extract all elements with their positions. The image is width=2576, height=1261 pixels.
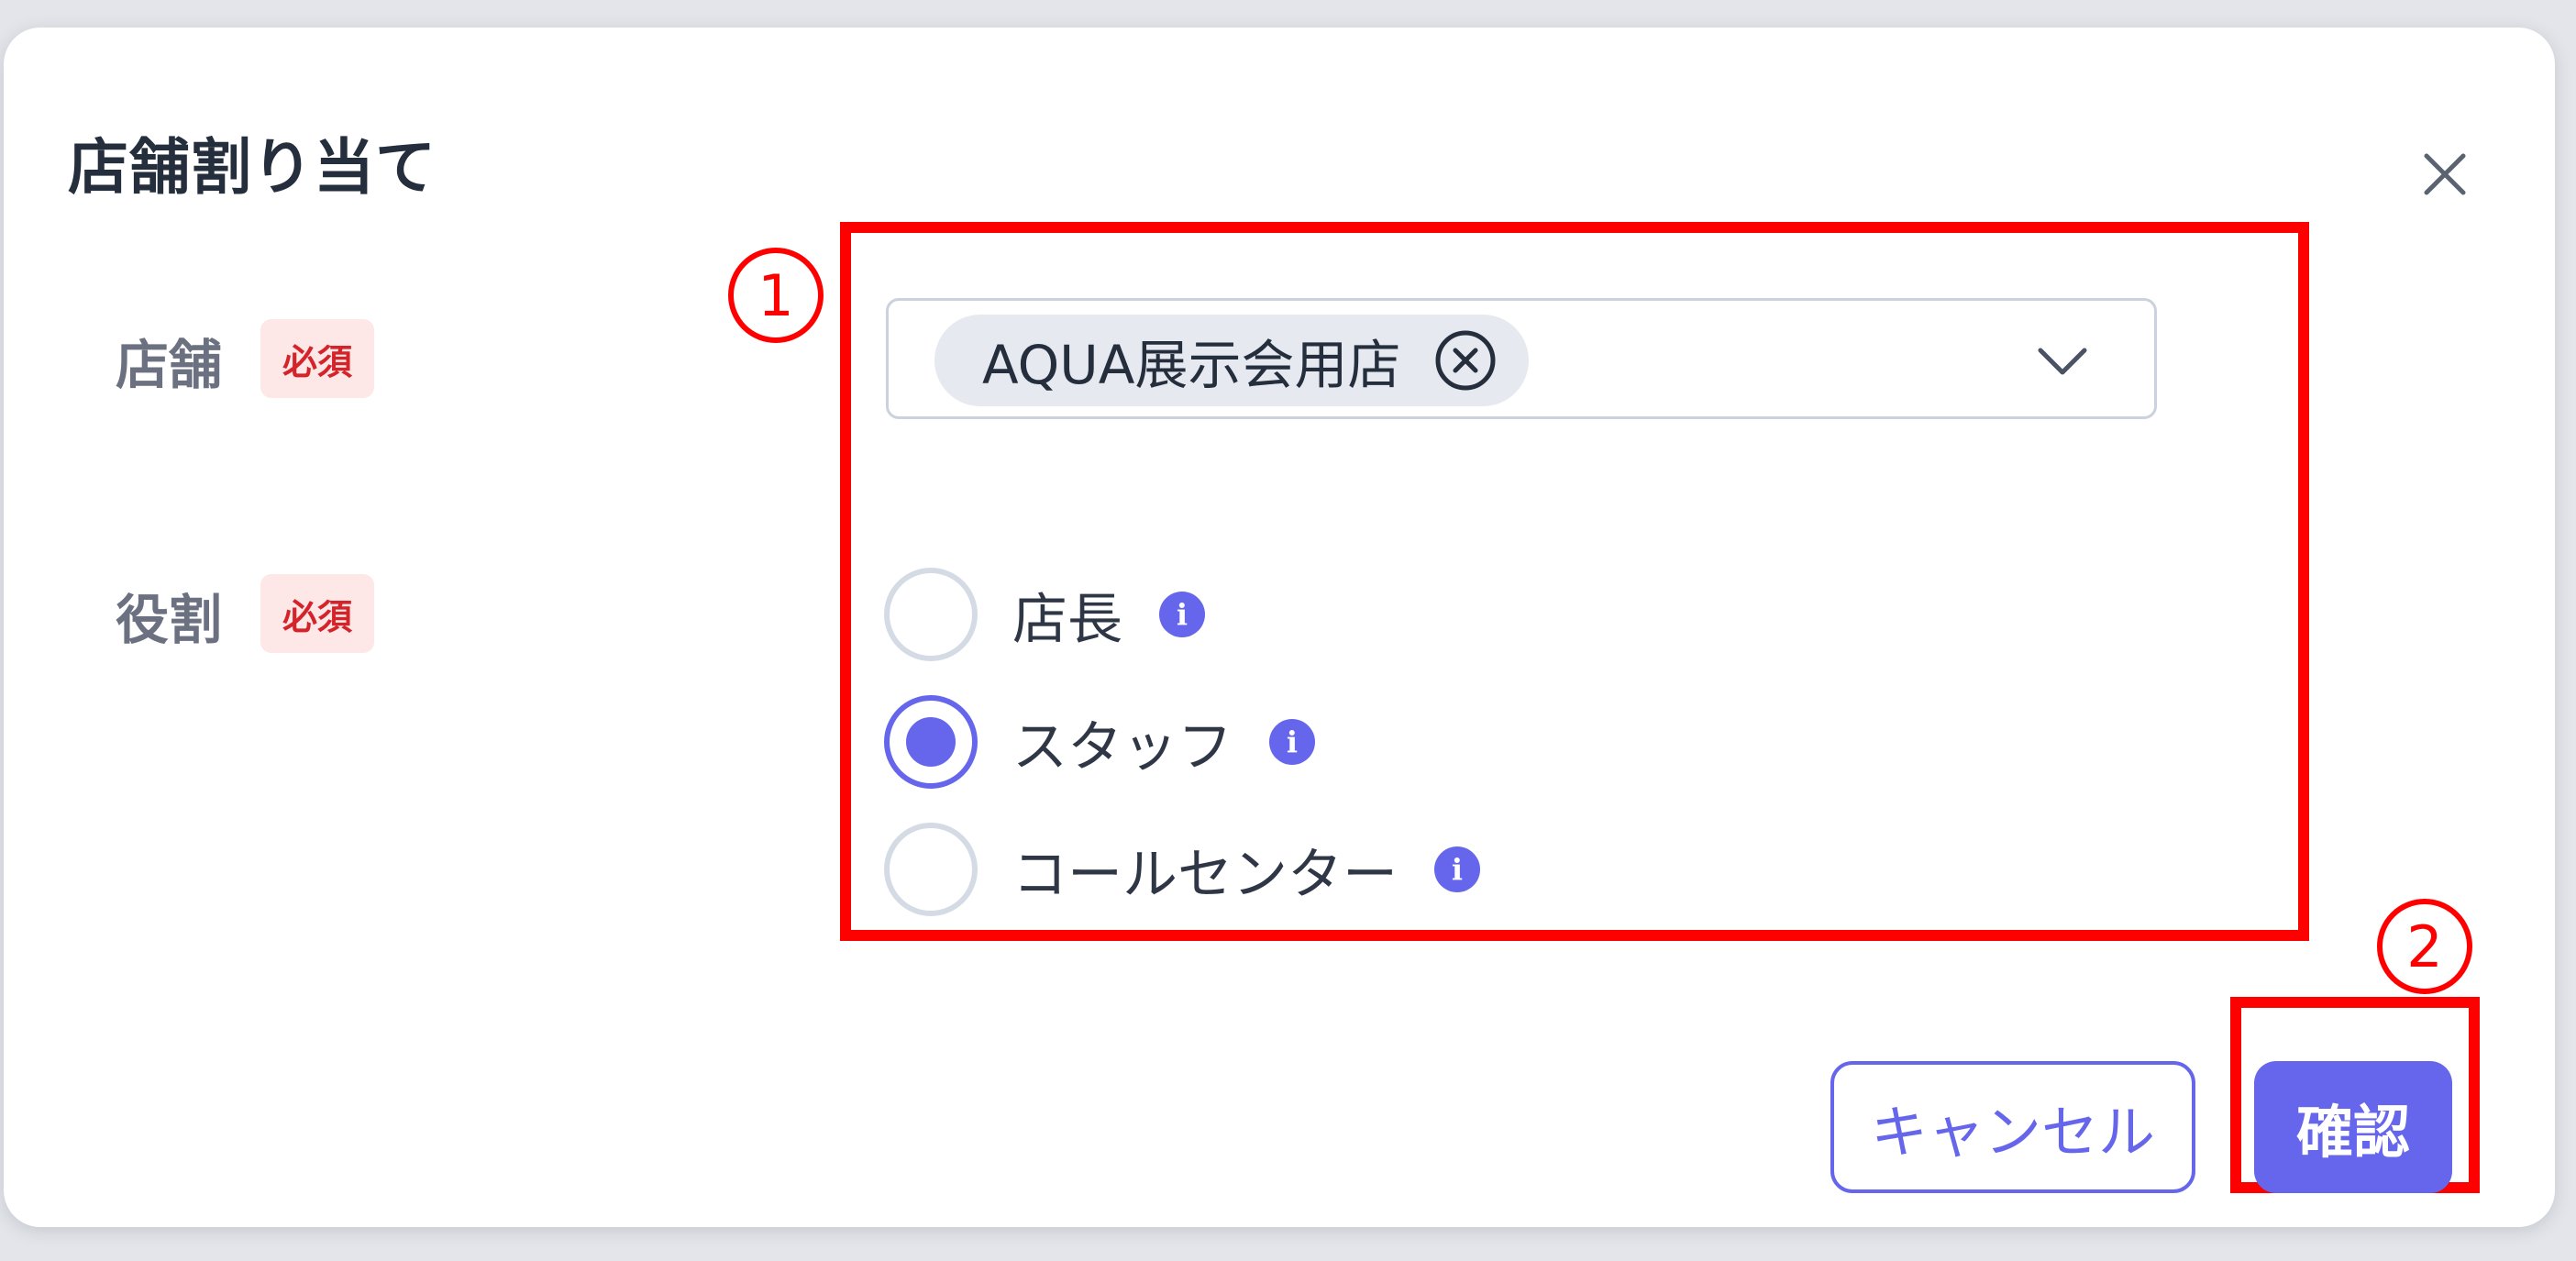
store-required-badge: 必須 <box>260 319 374 398</box>
close-icon <box>2424 153 2466 195</box>
dialog-title: 店舗割り当て <box>68 132 437 203</box>
annotation-box-1 <box>840 222 2309 941</box>
close-button[interactable] <box>2408 138 2482 211</box>
confirm-button[interactable]: 確認 <box>2254 1061 2452 1193</box>
annotation-marker-2: 2 <box>2377 899 2472 994</box>
annotation-marker-1: 1 <box>728 248 824 343</box>
store-field-label: 店舗 <box>116 334 223 396</box>
store-assignment-dialog: 店舗割り当て 店舗 必須 AQUA展示会用店 役割 必須 店長 i スタッフ i… <box>4 28 2555 1227</box>
role-field-label: 役割 <box>116 589 223 651</box>
role-required-badge: 必須 <box>260 574 374 653</box>
cancel-button[interactable]: キャンセル <box>1830 1061 2195 1193</box>
